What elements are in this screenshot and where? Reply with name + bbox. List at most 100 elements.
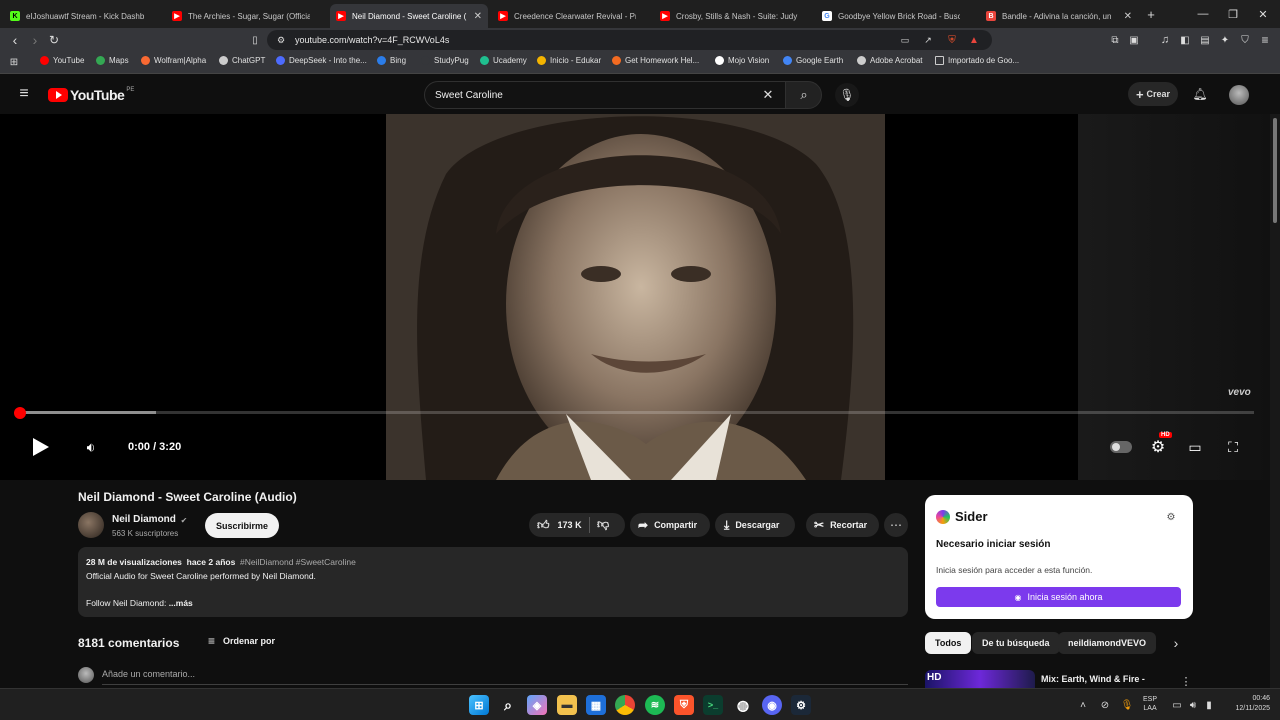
channel-name[interactable]: Neil Diamond bbox=[112, 514, 176, 525]
bookmark-maps[interactable]: Maps bbox=[96, 56, 129, 65]
sort-comments-button[interactable]: ≡ Ordenar por bbox=[208, 634, 275, 648]
github-desktop-icon[interactable]: ◍ bbox=[733, 695, 753, 715]
start-windows-icon[interactable]: ⊞ bbox=[469, 695, 489, 715]
search-box[interactable]: Sweet Caroline ✕ bbox=[424, 81, 789, 109]
discord-icon[interactable]: ◉ bbox=[762, 695, 782, 715]
bookmark-ucademy[interactable]: Ucademy bbox=[480, 56, 527, 65]
voice-search-icon[interactable]: 🎙︎ bbox=[835, 83, 859, 107]
bookmark-studypug[interactable]: StudyPug bbox=[421, 56, 469, 65]
chevron-right-icon[interactable]: › bbox=[1168, 635, 1184, 651]
vpn-icon[interactable]: ⛉ bbox=[1238, 32, 1252, 48]
tray-chevron-icon[interactable]: ˄ bbox=[1077, 698, 1089, 712]
close-window-icon[interactable]: ✕ bbox=[1256, 6, 1270, 22]
microphone-icon[interactable]: 🎙︎ bbox=[1120, 698, 1134, 712]
widgets-icon[interactable]: ◈ bbox=[527, 695, 547, 715]
recommendation-thumbnail[interactable]: HD bbox=[925, 670, 1035, 688]
volume-icon[interactable]: 🔉︎ bbox=[82, 439, 100, 455]
volume-icon[interactable]: 🔊︎ bbox=[1186, 698, 1200, 712]
download-button[interactable]: ⤓ Descargar bbox=[715, 513, 795, 537]
bookmark-youtube[interactable]: YouTube bbox=[40, 56, 84, 65]
notifications-bell-icon[interactable]: 🔔︎ bbox=[1192, 86, 1208, 102]
more-actions-icon[interactable]: ⋯ bbox=[884, 513, 908, 537]
bookmark-icon[interactable]: ▯ bbox=[248, 32, 262, 48]
tab-csn[interactable]: ▶ Crosby, Stills & Nash - Suite: Judy Bl bbox=[654, 4, 812, 28]
show-more-link[interactable]: ...más bbox=[169, 598, 193, 608]
add-comment-input[interactable]: Añade un comentario... bbox=[102, 669, 195, 679]
channel-avatar[interactable] bbox=[78, 512, 104, 538]
search-input[interactable]: Sweet Caroline bbox=[435, 90, 503, 101]
spotify-icon[interactable]: ≋ bbox=[645, 695, 665, 715]
share-icon[interactable]: ↗ bbox=[922, 33, 934, 47]
new-tab-icon[interactable]: + bbox=[1143, 6, 1159, 22]
language-indicator[interactable]: ESP LAA bbox=[1143, 695, 1157, 713]
file-explorer-icon[interactable]: ▬ bbox=[557, 695, 577, 715]
tab-neil-diamond[interactable]: ▶ Neil Diamond - Sweet Caroline ( ✕ bbox=[330, 4, 488, 28]
tab-google-search[interactable]: G Goodbye Yellow Brick Road - Buscar bbox=[816, 4, 974, 28]
forward-icon[interactable]: › bbox=[28, 32, 42, 48]
music-icon[interactable]: ♫ bbox=[1158, 32, 1172, 48]
tab-kick[interactable]: K eIJoshuawtf Stream - Kick Dashb bbox=[4, 4, 162, 28]
wallet-icon[interactable]: ▤ bbox=[1198, 32, 1212, 48]
tab-archies[interactable]: ▶ The Archies - Sugar, Sugar (Official A bbox=[166, 4, 324, 28]
clock[interactable]: 00:46 12/11/2025 bbox=[1226, 694, 1270, 714]
bookmark-edukar[interactable]: Inicio - Edukar bbox=[537, 56, 601, 65]
scrubber-handle[interactable] bbox=[14, 407, 26, 419]
sider-login-button[interactable]: ◉ Inicia sesión ahora bbox=[936, 587, 1181, 607]
like-thumbs-up-icon[interactable]: 👍︎ bbox=[537, 518, 550, 533]
chrome-icon[interactable] bbox=[615, 695, 635, 715]
bookmark-google-earth[interactable]: Google Earth bbox=[783, 56, 843, 65]
theater-mode-icon[interactable]: ▭ bbox=[1186, 439, 1204, 455]
share-button[interactable]: ➦ Compartir bbox=[630, 513, 710, 537]
tab-ccr[interactable]: ▶ Creedence Clearwater Revival - Prou bbox=[492, 4, 650, 28]
chip-all[interactable]: Todos bbox=[925, 632, 972, 654]
fullscreen-icon[interactable]: ⛶ bbox=[1224, 439, 1242, 455]
bookmark-folder-imported[interactable]: Importado de Goo... bbox=[935, 56, 1019, 65]
bookmark-wolfram[interactable]: Wolfram|Alpha bbox=[141, 56, 206, 65]
avatar[interactable] bbox=[1229, 85, 1249, 105]
terminal-icon[interactable]: >_ bbox=[703, 695, 723, 715]
ai-assistant-icon[interactable]: ✦ bbox=[1218, 32, 1232, 48]
progress-bar[interactable] bbox=[20, 411, 1254, 414]
cast-icon[interactable]: ▭ bbox=[899, 33, 911, 47]
address-bar[interactable]: ⚙ youtube.com/watch?v=4F_RCWVoL4s ▭ ↗ ⛨ … bbox=[267, 30, 992, 50]
bookmark-deepseek[interactable]: DeepSeek - Into the... bbox=[276, 56, 367, 65]
back-icon[interactable]: ‹ bbox=[8, 32, 22, 48]
chip-channel[interactable]: neildiamondVEVO bbox=[1058, 632, 1157, 654]
bookmark-bing[interactable]: Bing bbox=[377, 56, 406, 65]
battery-icon[interactable]: ▮ bbox=[1202, 698, 1216, 712]
settings-gear-icon[interactable]: ⚙ bbox=[1149, 438, 1167, 456]
hamburger-menu-icon[interactable]: ≡ bbox=[16, 85, 32, 102]
bookmark-acrobat[interactable]: Adobe Acrobat bbox=[857, 56, 922, 65]
search-button[interactable]: ⌕ bbox=[785, 81, 822, 109]
bookmark-chatgpt[interactable]: ChatGPT bbox=[219, 56, 265, 65]
hashtags[interactable]: #NeilDiamond #SweetCaroline bbox=[240, 557, 356, 567]
close-tab-icon[interactable]: ✕ bbox=[474, 11, 482, 22]
brave-rewards-icon[interactable]: ▲ bbox=[967, 32, 981, 48]
screenshot-icon[interactable]: ▣ bbox=[1127, 32, 1141, 48]
youtube-logo[interactable]: YouTube PE bbox=[48, 87, 134, 103]
dislike-thumbs-down-icon[interactable]: 👎︎ bbox=[597, 517, 609, 532]
store-icon[interactable]: ▦ bbox=[586, 695, 606, 715]
subscribe-button[interactable]: Suscribirme bbox=[205, 513, 280, 538]
settings-icon[interactable]: ⚙ bbox=[1165, 511, 1177, 523]
chip-from-search[interactable]: De tu búsqueda bbox=[972, 632, 1060, 654]
apps-grid-icon[interactable]: ⊞ bbox=[7, 55, 21, 69]
extensions-icon[interactable]: ⧉ bbox=[1108, 32, 1122, 48]
create-button[interactable]: + Crear bbox=[1128, 82, 1178, 106]
sidebar-icon[interactable]: ◧ bbox=[1178, 32, 1192, 48]
search-icon[interactable]: ⌕ bbox=[498, 695, 518, 715]
clear-search-icon[interactable]: ✕ bbox=[761, 87, 775, 102]
bookmark-mojo[interactable]: Mojo Vision bbox=[715, 56, 769, 65]
description-box[interactable]: 28 M de visualizaciones hace 2 años #Nei… bbox=[78, 547, 908, 617]
maximize-icon[interactable]: ❐ bbox=[1226, 6, 1240, 22]
reload-icon[interactable]: ↻ bbox=[47, 32, 61, 48]
like-count[interactable]: 173 K bbox=[558, 520, 582, 530]
scrollbar-thumb[interactable] bbox=[1273, 118, 1277, 223]
close-tab-icon[interactable]: ✕ bbox=[1124, 11, 1132, 22]
display-icon[interactable]: ▭ bbox=[1170, 698, 1184, 712]
more-vertical-icon[interactable]: ⋮ bbox=[1181, 674, 1192, 688]
steam-icon[interactable]: ⚙ bbox=[791, 695, 811, 715]
network-off-icon[interactable]: ⊘ bbox=[1098, 698, 1112, 712]
tab-bandle[interactable]: B Bandle - Adivina la canción, un ✕ bbox=[980, 4, 1138, 28]
minimize-icon[interactable]: — bbox=[1196, 6, 1210, 22]
